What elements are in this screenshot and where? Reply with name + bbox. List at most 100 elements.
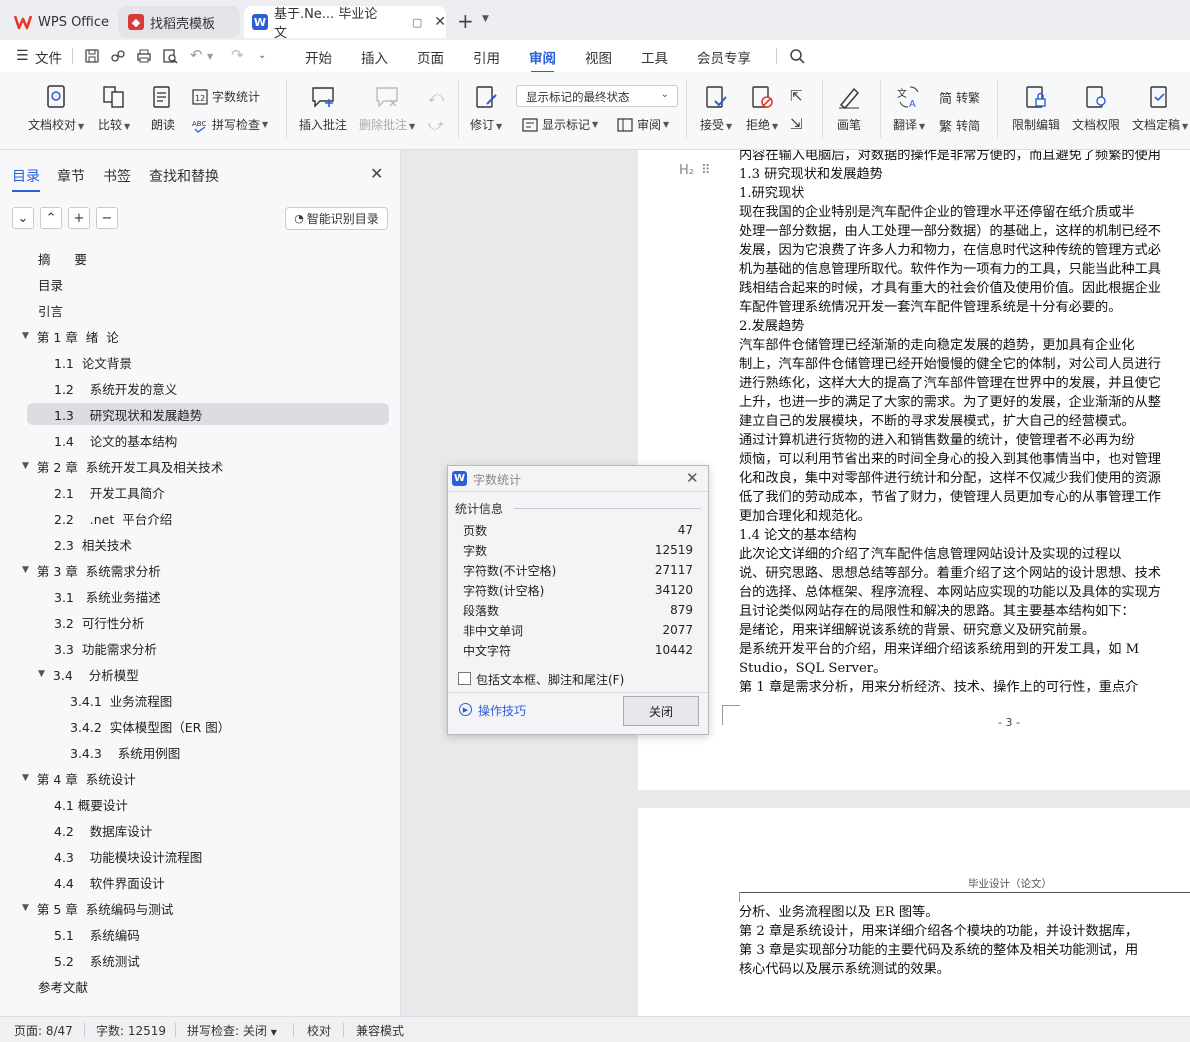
toc-item[interactable]: 4.3 功能模块设计流程图 bbox=[54, 845, 202, 867]
toc-item[interactable]: ▼ 3.4 分析模型 bbox=[38, 663, 139, 685]
prev-change-icon[interactable]: ⇱ bbox=[790, 87, 803, 105]
toc-item[interactable]: 3.4.3 系统用例图 bbox=[70, 741, 180, 763]
toc-item[interactable]: 4.4 软件界面设计 bbox=[54, 871, 165, 893]
expand-triangle-icon[interactable]: ▼ bbox=[22, 331, 29, 341]
toc-item[interactable]: ▼ 第 3 章 系统需求分析 bbox=[22, 559, 161, 581]
toc-item[interactable]: 2.3 相关技术 bbox=[54, 533, 132, 555]
next-change-icon[interactable]: ⇲ bbox=[790, 115, 803, 133]
toc-item[interactable]: 3.1 系统业务描述 bbox=[54, 585, 161, 607]
menu-view[interactable]: 视图 bbox=[585, 47, 612, 67]
toc-item[interactable]: ▼ 第 1 章 绪 论 bbox=[22, 325, 119, 347]
doc-finalize-button[interactable]: 文档定稿 ▼ bbox=[1132, 84, 1188, 133]
review-pane-button[interactable]: 审阅 ▼ bbox=[617, 116, 669, 133]
toc-item[interactable]: 5.2 系统测试 bbox=[54, 949, 140, 971]
tab-list-chevron-icon[interactable]: ▼ bbox=[482, 14, 489, 24]
prev-comment-icon[interactable]: ⤺ bbox=[428, 88, 444, 106]
remove-heading-button[interactable]: − bbox=[96, 207, 118, 229]
share-link-icon[interactable] bbox=[110, 48, 126, 64]
tab-find-replace[interactable]: 查找和替换 bbox=[149, 166, 219, 186]
close-pane-icon[interactable]: ✕ bbox=[370, 164, 383, 183]
tab-toc[interactable]: 目录 bbox=[12, 166, 40, 192]
restore-icon[interactable]: ▢ bbox=[412, 16, 422, 29]
tab-document[interactable]: W 基于.Ne... 毕业论文 ▢ ✕ bbox=[244, 6, 446, 41]
tab-docer-templates[interactable]: ◆ 找稻壳模板 bbox=[118, 6, 240, 38]
toc-item[interactable]: 3.4.1 业务流程图 bbox=[70, 689, 172, 711]
toc-item[interactable]: 参考文献 bbox=[38, 975, 88, 997]
toc-item[interactable]: 2.1 开发工具简介 bbox=[54, 481, 165, 503]
toc-item[interactable]: 1.3 研究现状和发展趋势 bbox=[27, 403, 389, 425]
restrict-edit-button[interactable]: 限制编辑 bbox=[1012, 84, 1060, 133]
menu-reference[interactable]: 引用 bbox=[473, 47, 500, 67]
insert-comment-button[interactable]: 插入批注 bbox=[299, 84, 347, 133]
translate-button[interactable]: 文A 翻译 ▼ bbox=[893, 84, 925, 133]
page-indicator[interactable]: 页面: 8/47 bbox=[14, 1022, 73, 1039]
print-preview-icon[interactable] bbox=[162, 48, 178, 64]
toc-item[interactable]: 1.2 系统开发的意义 bbox=[54, 377, 177, 399]
tab-bookmarks[interactable]: 书签 bbox=[103, 166, 131, 186]
tab-chapters[interactable]: 章节 bbox=[57, 166, 85, 186]
doc-proof-button[interactable]: 文档校对 ▼ bbox=[28, 84, 84, 133]
expand-triangle-icon[interactable]: ▼ bbox=[22, 461, 29, 471]
close-tab-icon[interactable]: ✕ bbox=[434, 14, 446, 30]
word-count-button[interactable]: 12 字数统计 bbox=[192, 88, 260, 105]
compare-button[interactable]: 比较 ▼ bbox=[98, 84, 130, 133]
more-chevron-icon[interactable]: ⌄ bbox=[258, 50, 266, 61]
markup-state-select[interactable]: 显示标记的最终状态 ⌄ bbox=[516, 85, 678, 107]
toc-item[interactable]: ▼ 第 5 章 系统编码与测试 bbox=[22, 897, 173, 919]
toc-item[interactable]: 目录 bbox=[38, 273, 63, 295]
expand-triangle-icon[interactable]: ▼ bbox=[22, 565, 29, 575]
spell-check-button[interactable]: ABC 拼写检查 ▼ bbox=[192, 116, 268, 133]
menu-page[interactable]: 页面 bbox=[417, 47, 444, 67]
toc-item[interactable]: 2.2 .net 平台介绍 bbox=[54, 507, 172, 529]
menu-review[interactable]: 审阅 bbox=[529, 47, 556, 73]
close-button[interactable]: 关闭 bbox=[623, 696, 699, 726]
save-icon[interactable] bbox=[84, 48, 100, 64]
delete-comment-button[interactable]: 删除批注 ▼ bbox=[359, 84, 415, 133]
toc-item[interactable]: 4.2 数据库设计 bbox=[54, 819, 152, 841]
toc-item[interactable]: 3.4.2 实体模型图（ER 图） bbox=[70, 715, 230, 737]
menu-tools[interactable]: 工具 bbox=[641, 47, 668, 67]
undo-icon[interactable]: ↶ bbox=[190, 46, 203, 64]
next-comment-icon[interactable]: ⤻ bbox=[428, 116, 444, 134]
toc-item[interactable]: 摘 要 bbox=[38, 247, 87, 269]
toc-item[interactable]: 4.1 概要设计 bbox=[54, 793, 128, 815]
expand-triangle-icon[interactable]: ▼ bbox=[22, 903, 29, 913]
accept-button[interactable]: 接受 ▼ bbox=[700, 84, 732, 133]
menu-insert[interactable]: 插入 bbox=[361, 47, 388, 67]
undo-dropdown-icon[interactable]: ▼ bbox=[207, 52, 213, 61]
toc-item[interactable]: ▼ 第 4 章 系统设计 bbox=[22, 767, 136, 789]
expand-triangle-icon[interactable]: ▼ bbox=[22, 773, 29, 783]
toc-item[interactable]: 引言 bbox=[38, 299, 63, 321]
new-tab-button[interactable]: + bbox=[457, 9, 474, 33]
toc-item[interactable]: 1.4 论文的基本结构 bbox=[54, 429, 177, 451]
pen-button[interactable]: 画笔 bbox=[836, 84, 862, 133]
add-heading-button[interactable]: + bbox=[68, 207, 90, 229]
read-aloud-button[interactable]: 朗读 bbox=[150, 84, 176, 133]
dialog-close-icon[interactable]: ✕ bbox=[686, 469, 699, 487]
toc-item[interactable]: 1.1 论文背景 bbox=[54, 351, 132, 373]
print-icon[interactable] bbox=[136, 48, 152, 64]
spell-check-status[interactable]: 拼写检查: 关闭 ▼ bbox=[187, 1022, 277, 1039]
tips-link[interactable]: 操作技巧 bbox=[478, 702, 526, 719]
to-simplified-button[interactable]: 繁 转简 bbox=[939, 116, 980, 135]
menu-start[interactable]: 开始 bbox=[305, 47, 332, 67]
expand-up-button[interactable]: ⌃ bbox=[40, 207, 62, 229]
word-count-indicator[interactable]: 字数: 12519 bbox=[96, 1022, 166, 1039]
hamburger-menu-icon[interactable]: ☰ bbox=[16, 48, 29, 64]
toc-item[interactable]: 5.1 系统编码 bbox=[54, 923, 140, 945]
redo-icon[interactable]: ↷ bbox=[231, 46, 244, 64]
toc-item[interactable]: 3.3 功能需求分析 bbox=[54, 637, 157, 659]
toc-item[interactable]: ▼ 第 2 章 系统开发工具及相关技术 bbox=[22, 455, 223, 477]
reject-button[interactable]: 拒绝 ▼ bbox=[746, 84, 778, 133]
toc-item[interactable]: 3.2 可行性分析 bbox=[54, 611, 144, 633]
to-traditional-button[interactable]: 简 转繁 bbox=[939, 88, 980, 107]
search-icon[interactable] bbox=[789, 48, 805, 64]
show-markup-button[interactable]: 显示标记 ▼ bbox=[522, 116, 598, 133]
tab-wps-office[interactable]: WPS Office bbox=[14, 6, 112, 38]
revise-button[interactable]: 修订 ▼ bbox=[470, 84, 502, 133]
proof-status[interactable]: 校对 bbox=[307, 1022, 331, 1039]
doc-permission-button[interactable]: 文档权限 bbox=[1072, 84, 1120, 133]
drag-handle-icon[interactable]: ⠿ bbox=[701, 163, 711, 178]
expand-triangle-icon[interactable]: ▼ bbox=[38, 669, 45, 679]
smart-toc-button[interactable]: ◔ 智能识别目录 bbox=[285, 207, 388, 230]
